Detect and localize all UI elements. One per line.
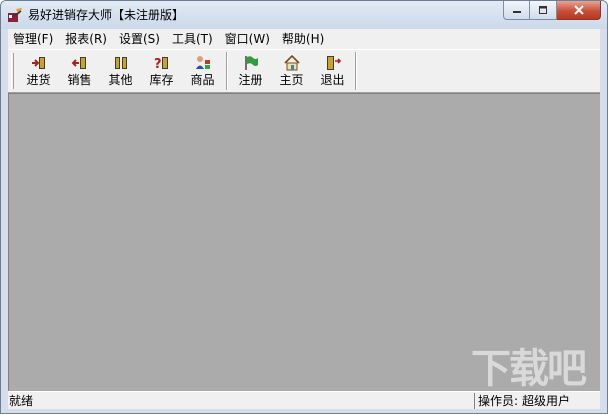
status-text: 就绪 [9, 394, 34, 408]
exit-label: 退出 [320, 73, 345, 87]
title-bar[interactable]: 易好进销存大师【未注册版】 [1, 1, 607, 29]
app-window: 易好进销存大师【未注册版】 管理(F) 报表(R) 设置(S) 工具(T) 窗口… [0, 0, 608, 414]
sales-button[interactable]: 销售 [59, 52, 100, 90]
operator-value: 超级用户 [522, 394, 571, 408]
exit-button[interactable]: 退出 [312, 52, 353, 90]
minimize-button[interactable] [503, 1, 530, 20]
toolbar-separator-end [355, 52, 357, 90]
toolbar: 进货 销售 其他 ? 库存 商品 注册 主页 退出 [8, 49, 600, 93]
caption-buttons [503, 1, 601, 21]
other-icon [114, 57, 127, 69]
goods-icon [195, 56, 210, 69]
svg-text:?: ? [154, 57, 162, 71]
register-button[interactable]: 注册 [230, 52, 271, 90]
inventory-icon: ? [154, 57, 168, 71]
sales-label: 销售 [67, 73, 92, 87]
close-button[interactable] [557, 1, 601, 20]
menu-settings[interactable]: 设置(S) [113, 29, 166, 49]
toolbar-group-system: 注册 主页 退出 [230, 52, 353, 90]
status-bar: 就绪 操作员: 超级用户 [8, 391, 600, 409]
goods-label: 商品 [190, 73, 215, 87]
home-label: 主页 [279, 73, 304, 87]
operator-panel: 操作员: 超级用户 [474, 393, 598, 409]
inventory-button[interactable]: ? 库存 [141, 52, 182, 90]
menu-tools[interactable]: 工具(T) [166, 29, 219, 49]
window-title: 易好进销存大师【未注册版】 [28, 8, 185, 22]
menu-help[interactable]: 帮助(H) [276, 29, 330, 49]
maximize-icon [539, 6, 547, 14]
toolbar-grip[interactable] [11, 53, 14, 89]
toolbar-group-main: 进货 销售 其他 ? 库存 商品 [18, 52, 223, 90]
other-button[interactable]: 其他 [100, 52, 141, 90]
watermark: 下载吧 [471, 346, 587, 392]
menu-window[interactable]: 窗口(W) [219, 29, 276, 49]
home-button[interactable]: 主页 [271, 52, 312, 90]
stock-in-icon [31, 57, 45, 69]
sales-icon [71, 57, 86, 69]
stock-in-button[interactable]: 进货 [18, 52, 59, 90]
menu-bar: 管理(F) 报表(R) 设置(S) 工具(T) 窗口(W) 帮助(H) [8, 29, 600, 49]
home-icon [283, 55, 300, 71]
register-label: 注册 [238, 73, 263, 87]
menu-manage[interactable]: 管理(F) [8, 29, 59, 49]
other-label: 其他 [108, 73, 133, 87]
register-flag-icon [244, 56, 258, 70]
maximize-button[interactable] [530, 1, 557, 20]
operator-label: 操作员: [478, 394, 519, 408]
close-icon [573, 5, 584, 15]
inventory-label: 库存 [149, 73, 174, 87]
minimize-icon [512, 11, 521, 13]
toolbar-separator [226, 52, 228, 90]
exit-icon [326, 56, 341, 70]
goods-button[interactable]: 商品 [182, 52, 223, 90]
stock-in-label: 进货 [26, 73, 51, 87]
menu-reports[interactable]: 报表(R) [59, 29, 113, 49]
app-logo-icon [8, 8, 22, 22]
